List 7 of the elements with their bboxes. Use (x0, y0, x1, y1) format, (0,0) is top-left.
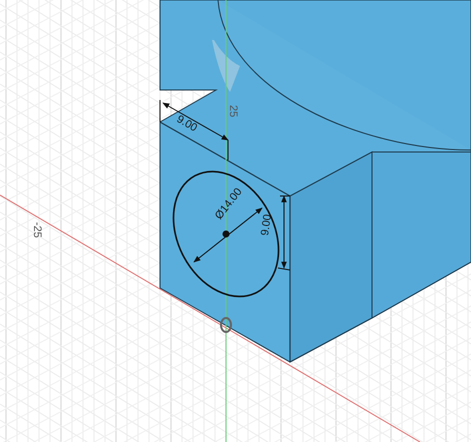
solid-body-drawing[interactable] (160, 0, 471, 363)
origin-marker-icon (220, 317, 232, 333)
grid-label: 25 (227, 105, 239, 118)
linear-dimension[interactable]: 9.00 (259, 195, 290, 270)
linear-dimension[interactable]: 9.00 (160, 100, 229, 160)
center-point-icon (222, 230, 230, 238)
grid-label: -25 (31, 222, 43, 238)
